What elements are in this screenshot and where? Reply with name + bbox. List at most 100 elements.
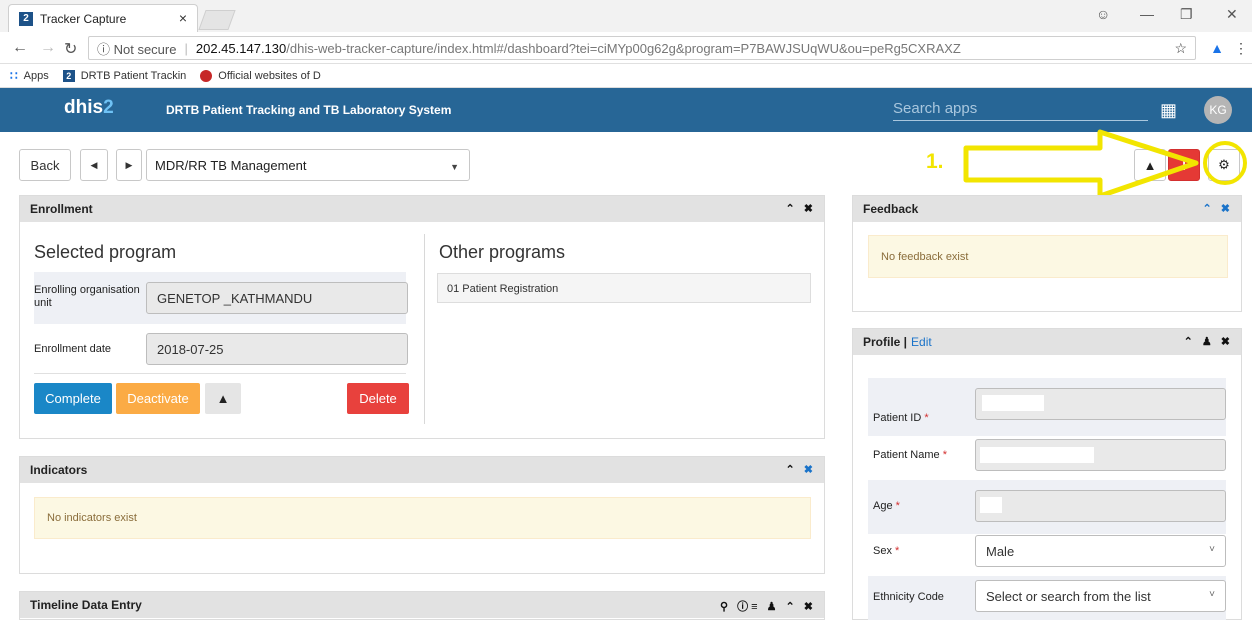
tab-title: Tracker Capture xyxy=(40,11,127,26)
widget-controls: ⌃ ♟ ✖ xyxy=(1184,335,1233,348)
user-avatar[interactable]: KG xyxy=(1204,96,1232,124)
chevron-down-icon: ˅ xyxy=(1209,589,1215,600)
no-indicators-alert: No indicators exist xyxy=(34,497,811,539)
other-program-item[interactable]: 01 Patient Registration xyxy=(437,273,811,303)
warning-icon[interactable]: ▲ xyxy=(205,383,241,414)
program-select[interactable]: MDR/RR TB Management ▼ xyxy=(146,149,470,181)
close-window-icon[interactable]: ✕ xyxy=(1226,6,1238,23)
redacted-patient-id xyxy=(982,395,1044,411)
chevron-down-icon: ▼ xyxy=(450,162,459,172)
browser-tabstrip: 2 Tracker Capture × ☺ — ❐ ✕ xyxy=(0,0,1252,32)
dhis-favicon-icon: 2 xyxy=(19,11,33,26)
enrollment-date-field[interactable]: 2018-07-25 xyxy=(146,333,408,365)
close-widget-icon[interactable]: ✖ xyxy=(1221,336,1233,348)
url-input[interactable]: ⓘ Not secure | 202.45.147.130 /dhis-web-… xyxy=(88,36,1196,60)
person-icon[interactable]: ♟ xyxy=(767,601,780,613)
close-widget-icon[interactable]: ✖ xyxy=(804,464,816,476)
search-icon[interactable]: ⚲ xyxy=(720,601,731,613)
redacted-patient-name xyxy=(980,447,1094,463)
section-divider xyxy=(424,234,425,424)
extension-icon[interactable]: ▲ xyxy=(1210,40,1224,56)
collapse-icon[interactable]: ⌃ xyxy=(786,464,798,476)
bookmark-official[interactable]: Official websites of D xyxy=(218,70,321,82)
enrollment-title: Enrollment xyxy=(30,202,93,216)
minimize-icon[interactable]: — xyxy=(1140,6,1154,22)
feedback-header: Feedback ⌃ ✖ xyxy=(853,196,1241,222)
forward-arrow-icon[interactable]: → xyxy=(40,39,56,57)
collapse-icon[interactable]: ⌃ xyxy=(786,203,798,215)
annotation-step-label: 1. xyxy=(926,150,944,173)
no-feedback-alert: No feedback exist xyxy=(868,235,1228,278)
search-apps-input[interactable]: Search apps xyxy=(893,100,1148,121)
patient-name-label: Patient Name * xyxy=(873,449,947,461)
indicators-header: Indicators ⌃ ✖ xyxy=(20,457,824,483)
collapse-icon[interactable]: ⌃ xyxy=(1184,336,1196,348)
timeline-title: Timeline Data Entry xyxy=(30,598,142,612)
dhis2-header: dhis2 DRTB Patient Tracking and TB Labor… xyxy=(0,88,1252,132)
dhis-bookmark-icon: 2 xyxy=(62,69,75,82)
bookmark-star-icon[interactable]: ☆ xyxy=(1174,40,1187,57)
browser-tab[interactable]: 2 Tracker Capture × xyxy=(8,4,198,32)
sex-select[interactable]: Male ˅ xyxy=(975,535,1226,567)
other-programs-title: Other programs xyxy=(439,242,566,262)
previous-button[interactable]: ◀ xyxy=(80,149,108,181)
selected-program-title: Selected program xyxy=(34,242,177,262)
org-unit-label: Enrolling organisation unit xyxy=(34,284,140,309)
sex-label: Sex * xyxy=(873,545,900,557)
profile-header: Profile | Edit ⌃ ♟ ✖ xyxy=(853,329,1241,355)
collapse-icon[interactable]: ⌃ xyxy=(1203,203,1215,215)
person-icon[interactable]: ♟ xyxy=(1202,336,1215,348)
divider xyxy=(34,373,406,374)
not-secure-indicator[interactable]: ⓘ Not secure xyxy=(97,39,176,58)
url-path: /dhis-web-tracker-capture/index.html#/da… xyxy=(286,40,961,56)
profile-title: Profile | xyxy=(863,335,908,349)
bookmark-drtb[interactable]: DRTB Patient Trackin xyxy=(81,70,187,82)
delete-button[interactable]: Delete xyxy=(347,383,409,414)
logo-number: 2 xyxy=(103,97,114,118)
timeline-controls: ⚲ ⓘ≡ ♟ ⌃ ✖ xyxy=(720,598,816,614)
next-button[interactable]: ▶ xyxy=(116,149,142,181)
tab-close-icon[interactable]: × xyxy=(179,10,187,26)
dhis2-logo[interactable]: dhis2 xyxy=(64,97,114,119)
bookmark-apps[interactable]: Apps xyxy=(24,70,49,82)
complete-button[interactable]: Complete xyxy=(34,383,112,414)
info-list-icon[interactable]: ⓘ≡ xyxy=(737,601,760,613)
enrollment-date-label: Enrollment date xyxy=(34,343,112,355)
address-bar-row: ← → ↻ ⓘ Not secure | 202.45.147.130 /dhi… xyxy=(0,32,1252,64)
apps-menu-icon[interactable]: ▦ xyxy=(1160,100,1177,121)
browser-menu-icon[interactable]: ⋮ xyxy=(1234,40,1248,57)
official-site-icon xyxy=(200,69,213,82)
collapse-icon[interactable]: ⌃ xyxy=(786,601,798,613)
info-icon[interactable]: ! xyxy=(1168,149,1200,181)
age-label: Age * xyxy=(873,500,900,512)
new-tab-button[interactable] xyxy=(198,10,236,30)
program-select-value: MDR/RR TB Management xyxy=(155,157,307,173)
profile-edit-link[interactable]: Edit xyxy=(911,335,932,349)
system-title: DRTB Patient Tracking and TB Laboratory … xyxy=(166,103,452,117)
close-widget-icon[interactable]: ✖ xyxy=(804,601,816,613)
enrollment-header: Enrollment ⌃ ✖ xyxy=(20,196,824,222)
indicators-title: Indicators xyxy=(30,463,88,477)
close-widget-icon[interactable]: ✖ xyxy=(1221,203,1233,215)
back-button[interactable]: Back xyxy=(19,149,71,181)
timeline-widget: Timeline Data Entry ⚲ ⓘ≡ ♟ ⌃ ✖ xyxy=(19,591,825,620)
org-unit-field[interactable]: GENETOP _KATHMANDU xyxy=(146,282,408,314)
back-arrow-icon[interactable]: ← xyxy=(12,39,28,57)
pin-icon[interactable]: ▲ xyxy=(1134,149,1166,181)
close-widget-icon[interactable]: ✖ xyxy=(804,203,816,215)
settings-gear-icon[interactable]: ⚙ xyxy=(1208,149,1240,181)
profile-account-icon[interactable]: ☺ xyxy=(1096,6,1110,22)
sex-select-value: Male xyxy=(986,543,1015,559)
deactivate-button[interactable]: Deactivate xyxy=(116,383,200,414)
widget-controls: ⌃ ✖ xyxy=(1203,202,1234,215)
feedback-title: Feedback xyxy=(863,202,919,216)
apps-grid-icon[interactable]: ∷ xyxy=(10,69,18,83)
chevron-down-icon: ˅ xyxy=(1209,544,1215,555)
ethnicity-select[interactable]: Select or search from the list ˅ xyxy=(975,580,1226,612)
age-field[interactable] xyxy=(975,490,1226,522)
restore-icon[interactable]: ❐ xyxy=(1180,6,1193,23)
reload-icon[interactable]: ↻ xyxy=(64,39,77,59)
widget-controls: ⌃ ✖ xyxy=(786,463,817,476)
timeline-header: Timeline Data Entry ⚲ ⓘ≡ ♟ ⌃ ✖ xyxy=(20,592,824,618)
logo-text: dhis xyxy=(64,97,104,118)
